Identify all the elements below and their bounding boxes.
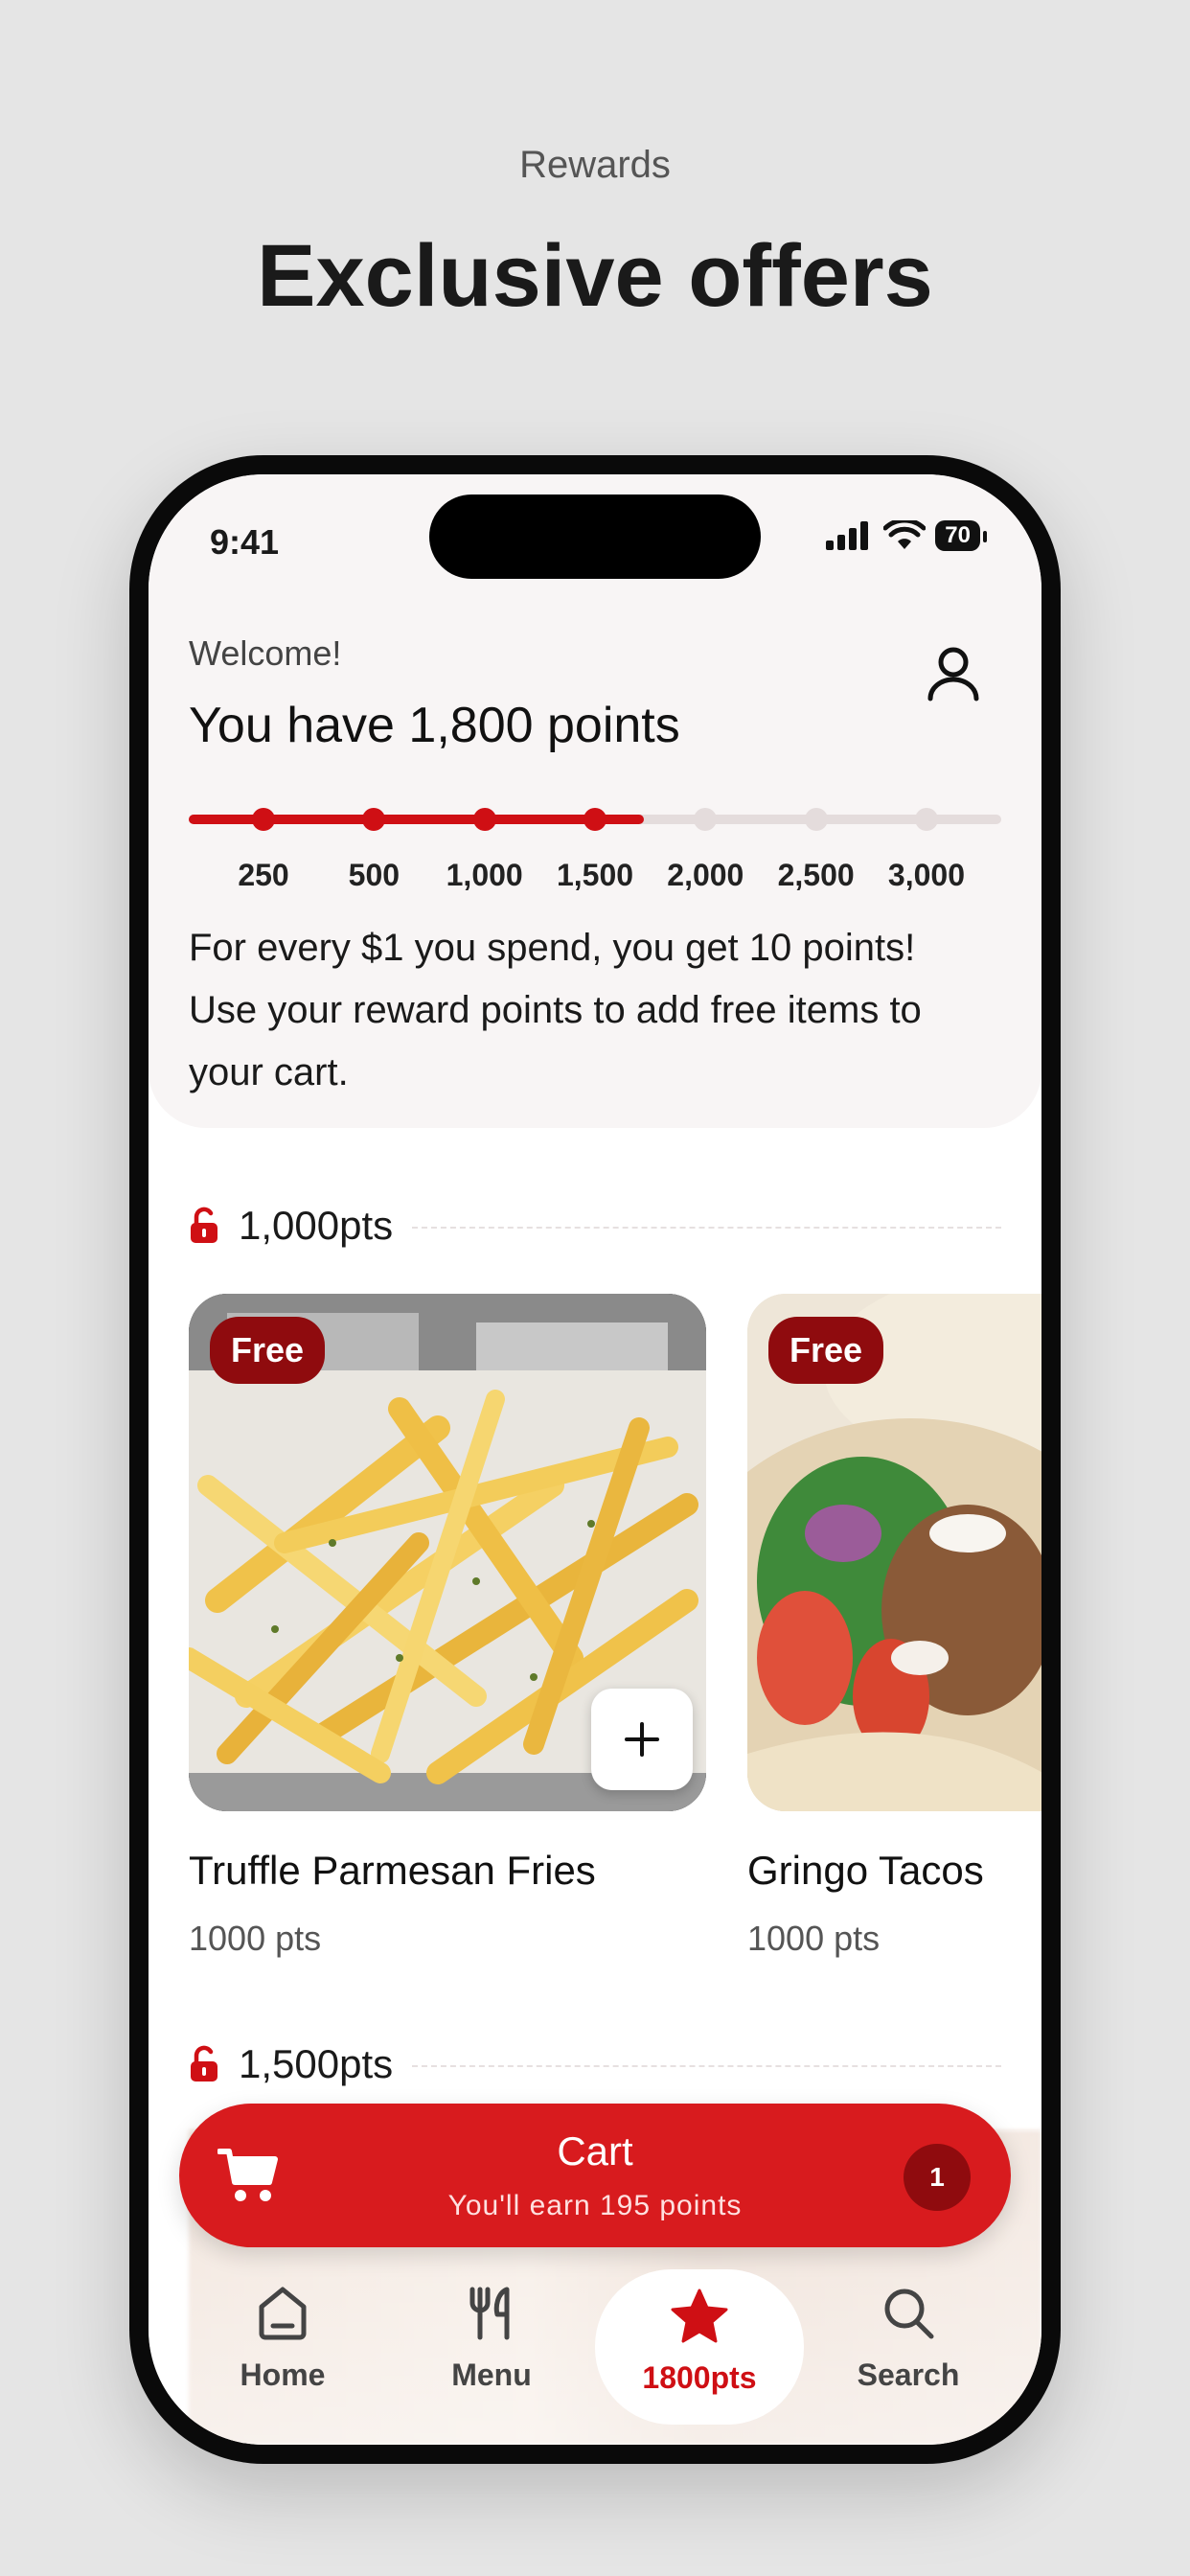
tab-label: 1800pts <box>642 2360 757 2395</box>
page-category: Rewards <box>519 144 671 186</box>
phone-screen: 9:41 70 Welcome! You have 1,800 points 2… <box>149 474 1041 2445</box>
add-to-cart-button[interactable] <box>591 1689 693 1790</box>
tier-header: 1,000pts <box>189 1203 1001 1249</box>
milestone-label: 2,500 <box>777 858 855 892</box>
cart-title: Cart <box>557 2128 633 2174</box>
home-icon <box>259 2287 307 2340</box>
points-balance: You have 1,800 points <box>189 698 680 753</box>
milestone-dot <box>694 808 718 831</box>
cart-earn-text: You'll earn 195 points <box>447 2190 743 2221</box>
points-progress-bar: 250 500 1,000 1,500 2,000 2,500 3,000 <box>189 800 1001 892</box>
item-image: Free <box>189 1294 706 1811</box>
unlocked-icon <box>191 1207 217 1243</box>
reward-item-card[interactable]: Free Gringo Tacos 1000 pts <box>747 1294 1041 1959</box>
tab-rewards[interactable]: 1800pts <box>595 2269 804 2425</box>
info-line: Use your reward points to add free items… <box>189 989 922 1031</box>
signal-icon <box>826 521 869 550</box>
milestone-dot <box>472 808 496 831</box>
milestone-label: 1,500 <box>556 858 634 892</box>
status-icons: 70 <box>824 520 987 551</box>
milestone-label: 3,000 <box>887 858 965 892</box>
milestone-dot <box>804 808 828 831</box>
tab-label: Home <box>240 2358 326 2392</box>
tier-label: 1,500pts <box>239 2041 394 2086</box>
milestone-label: 1,000 <box>446 858 523 892</box>
item-image: Free <box>747 1294 1041 1811</box>
milestone-dot <box>584 808 606 831</box>
milestone-dot <box>362 808 386 831</box>
tab-label: Menu <box>451 2358 532 2392</box>
reward-item-card[interactable]: Free Truffle Parmesan Fries 1000 pts <box>189 1294 706 1959</box>
welcome-text: Welcome! <box>189 633 342 673</box>
item-name: Truffle Parmesan Fries <box>189 1848 596 1893</box>
status-time: 9:41 <box>210 522 280 562</box>
dynamic-island <box>429 494 761 579</box>
tier-label: 1,000pts <box>239 1203 394 1248</box>
tier-header: 1,500pts <box>189 2041 1001 2087</box>
profile-button[interactable] <box>927 645 980 707</box>
divider <box>412 1227 1001 1229</box>
plus-icon <box>625 1722 659 1757</box>
unlocked-icon <box>191 2045 217 2082</box>
milestone-label: 2,000 <box>667 858 744 892</box>
free-badge: Free <box>210 1317 326 1384</box>
utensils-icon <box>469 2287 510 2340</box>
wifi-icon <box>883 520 927 549</box>
divider <box>412 2065 1001 2067</box>
milestone-dot <box>914 808 938 831</box>
search-icon <box>884 2288 934 2339</box>
info-line: your cart. <box>189 1051 349 1093</box>
info-line: For every $1 you spend, you get 10 point… <box>189 927 916 969</box>
item-points: 1000 pts <box>189 1919 322 1958</box>
milestone-label: 500 <box>348 858 400 892</box>
user-icon <box>927 647 979 702</box>
star-icon <box>671 2288 728 2343</box>
phone-frame: 9:41 70 Welcome! You have 1,800 points 2… <box>129 455 1061 2464</box>
tab-label: Search <box>857 2358 960 2392</box>
tab-home[interactable]: Home <box>187 2286 378 2393</box>
tab-menu[interactable]: Menu <box>396 2286 587 2393</box>
cart-button[interactable]: Cart You'll earn 195 points 1 <box>179 2104 1011 2247</box>
item-points: 1000 pts <box>747 1919 881 1958</box>
cart-count-badge: 1 <box>904 2144 971 2211</box>
battery-indicator: 70 <box>935 520 987 551</box>
item-name: Gringo Tacos <box>747 1848 984 1893</box>
rewards-info-text: For every $1 you spend, you get 10 point… <box>189 917 1003 1104</box>
tab-search[interactable]: Search <box>812 2286 1004 2393</box>
free-badge: Free <box>768 1317 884 1384</box>
milestone-label: 250 <box>238 858 289 892</box>
page-title: Exclusive offers <box>257 227 933 325</box>
milestone-dot <box>252 808 276 831</box>
